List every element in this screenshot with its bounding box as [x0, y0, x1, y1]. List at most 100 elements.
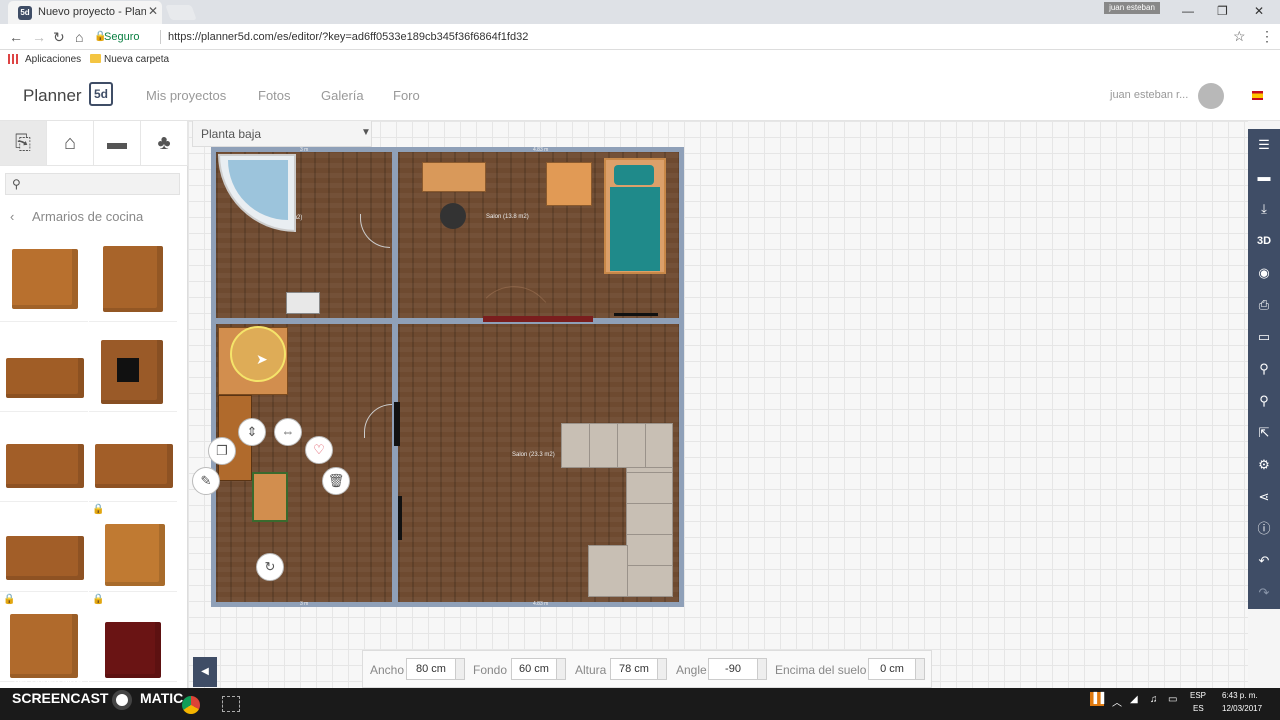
print-icon[interactable]: ⎙ [1248, 289, 1280, 321]
back-chevron-icon[interactable]: ‹ [10, 209, 14, 224]
close-tab-icon[interactable]: ✕ [148, 4, 158, 18]
copy-icon[interactable]: ❐ [208, 437, 236, 465]
catalog-item[interactable] [0, 234, 88, 322]
width-stepper[interactable] [455, 658, 465, 680]
network-icon[interactable]: ◢ [1130, 694, 1138, 705]
catalog-item[interactable]: 🔒 [89, 594, 177, 682]
user-name[interactable]: juan esteban r... [1110, 89, 1188, 101]
share-icon[interactable]: ⋖ [1248, 481, 1280, 513]
search-icon: ⚲ [12, 177, 21, 191]
office-chair[interactable] [440, 203, 466, 229]
desk[interactable] [422, 162, 486, 192]
angle-label: Angle [676, 663, 707, 677]
bookmark-apps[interactable]: Aplicaciones [25, 54, 81, 65]
language-bottom[interactable]: ES [1193, 704, 1204, 713]
nav-photos[interactable]: Fotos [258, 88, 291, 103]
chrome-icon[interactable] [182, 696, 200, 714]
spain-flag-icon[interactable] [1252, 91, 1263, 100]
folder-icon[interactable]: ▬ [1248, 161, 1280, 193]
url-input[interactable]: https://planner5d.com/es/editor/?key=ad6… [168, 31, 528, 43]
catalog-item[interactable] [89, 234, 177, 322]
volume-icon[interactable]: ♫ [1150, 694, 1158, 705]
new-tab-button[interactable] [165, 5, 197, 20]
settings-icon[interactable]: ⚙ [1248, 449, 1280, 481]
tray-chevron-icon[interactable]: ︿ [1112, 694, 1122, 709]
sofa-ottoman[interactable] [588, 545, 628, 597]
tab-plan-icon[interactable]: ⎘ [0, 121, 47, 166]
search-input[interactable]: ⚲ [5, 173, 180, 195]
floor-selector[interactable]: Planta baja ▼ [192, 121, 372, 147]
collapse-panel-icon[interactable]: ◀ [193, 657, 217, 687]
minimize-icon[interactable]: — [1182, 4, 1194, 18]
tab-home-icon[interactable]: ⌂ [47, 121, 94, 166]
catalog-item[interactable] [89, 414, 177, 502]
logo-badge[interactable]: 5d [89, 82, 113, 106]
paint-icon[interactable]: ✎ [192, 467, 220, 495]
ruler-icon[interactable]: ▭ [1248, 321, 1280, 353]
favorite-icon[interactable]: ♡ [305, 436, 333, 464]
zoom-in-icon[interactable]: ⚲ [1248, 353, 1280, 385]
height-input[interactable]: 78 cm [610, 658, 658, 680]
restore-icon[interactable]: ❐ [1217, 4, 1228, 18]
catalog-item[interactable] [0, 504, 88, 592]
browser-menu-icon[interactable]: ⋮ [1260, 28, 1274, 45]
nav-my-projects[interactable]: Mis proyectos [146, 88, 226, 103]
home-icon[interactable]: ⌂ [75, 29, 83, 45]
kitchen-cabinet-selected[interactable] [252, 472, 288, 522]
avatar[interactable] [1198, 83, 1224, 109]
tab-furniture-icon[interactable]: ▬ [94, 121, 141, 166]
info-icon[interactable]: ⓘ [1248, 513, 1280, 545]
elevation-input[interactable]: 0 cm [868, 658, 916, 680]
reload-icon[interactable]: ↻ [53, 29, 65, 46]
keyboard-icon[interactable]: ▭ [1168, 694, 1177, 705]
planner5d-favicon: 5d [18, 6, 32, 20]
category-label[interactable]: Armarios de cocina [32, 209, 143, 224]
recorder-tray-icon[interactable]: ▐▐ [1090, 692, 1104, 706]
catalog-item[interactable] [0, 414, 88, 502]
depth-input[interactable]: 60 cm [511, 658, 557, 680]
height-stepper[interactable] [657, 658, 667, 680]
logo-text[interactable]: Planner [23, 86, 82, 106]
redo-icon[interactable]: ↷ [1248, 577, 1280, 609]
close-window-icon[interactable]: ✕ [1254, 4, 1264, 18]
clock-date[interactable]: 12/03/2017 [1222, 704, 1262, 713]
radiator [614, 313, 658, 316]
angle-input[interactable]: -90 [708, 658, 758, 680]
tab-plant-icon[interactable]: ♣ [141, 121, 188, 166]
width-input[interactable]: 80 cm [406, 658, 456, 680]
rotate-icon[interactable]: ↻ [256, 553, 284, 581]
catalog-item[interactable]: 🔒 [89, 504, 177, 592]
sofa-side[interactable] [626, 467, 673, 597]
nav-forum[interactable]: Foro [393, 88, 420, 103]
sink[interactable] [286, 292, 320, 314]
bookmark-folder[interactable]: Nueva carpeta [104, 54, 169, 65]
flip-vertical-icon[interactable]: ⇕ [238, 418, 266, 446]
download-icon[interactable]: ⤓ [1248, 193, 1280, 225]
nav-gallery[interactable]: Galería [321, 88, 364, 103]
browser-tab[interactable]: 5d Nuevo proyecto - Planner 5D ✕ [8, 1, 162, 24]
clock-time[interactable]: 6:43 p. m. [1222, 691, 1258, 700]
delete-icon[interactable]: 🗑 [322, 467, 350, 495]
catalog-item[interactable]: 🔒 [0, 594, 88, 682]
profile-badge[interactable]: juan esteban [1104, 2, 1160, 14]
angle-stepper[interactable] [757, 658, 767, 680]
3d-icon[interactable]: 3D [1248, 225, 1280, 257]
catalog-item[interactable] [0, 324, 88, 412]
forward-icon[interactable]: → [32, 29, 46, 45]
undo-icon[interactable]: ↶ [1248, 545, 1280, 577]
elevation-stepper[interactable] [915, 658, 925, 680]
camera-icon[interactable]: ◉ [1248, 257, 1280, 289]
back-icon[interactable]: ← [9, 29, 23, 45]
depth-stepper[interactable] [556, 658, 566, 680]
language-top[interactable]: ESP [1190, 691, 1206, 700]
sofa-top[interactable] [561, 423, 673, 468]
menu-icon[interactable]: ☰ [1248, 129, 1280, 161]
nightstand[interactable] [546, 162, 592, 206]
flip-horizontal-icon[interactable]: ⇔ [274, 418, 302, 446]
zoom-out-icon[interactable]: ⚲ [1248, 385, 1280, 417]
fullscreen-icon[interactable]: ⇱ [1248, 417, 1280, 449]
bookmark-star-icon[interactable]: ☆ [1233, 28, 1246, 45]
catalog-item[interactable] [89, 324, 177, 412]
snipping-icon[interactable] [222, 696, 240, 712]
room-label: Salon (23.3 m2) [512, 452, 555, 458]
